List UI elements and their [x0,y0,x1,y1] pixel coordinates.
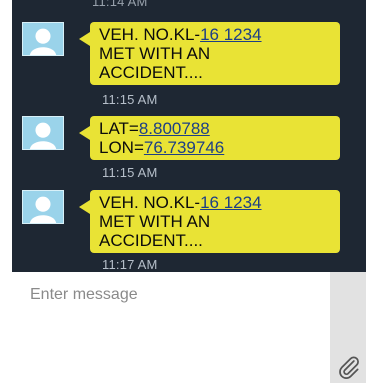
message-bubble[interactable]: VEH. NO.KL-16 1234 MET WITH AN ACCIDENT.… [79,22,340,85]
contact-avatar-icon [22,190,64,224]
message-text: LON= [99,138,144,157]
message-text: MET WITH AN [99,212,211,231]
message-timestamp: 11:15 AM [102,165,158,180]
contact-avatar-icon [22,116,64,150]
vehicle-number-link[interactable]: 16 1234 [200,193,261,212]
vehicle-number-link[interactable]: 16 1234 [200,25,261,44]
contact-avatar-icon [22,22,64,56]
longitude-link[interactable]: 76.739746 [144,138,224,157]
latitude-link[interactable]: 8.800788 [139,119,210,138]
message-row: VEH. NO.KL-16 1234 MET WITH AN ACCIDENT.… [22,22,354,107]
message-text: VEH. NO.KL- [99,25,201,44]
message-text: ACCIDENT.... [99,231,203,250]
conversation-thread[interactable]: 11:14 AM VEH. NO.KL-16 1234 MET WITH AN … [12,0,366,272]
message-timestamp: 11:17 AM [102,257,158,272]
messaging-screen: 11:14 AM VEH. NO.KL-16 1234 MET WITH AN … [12,0,366,383]
message-timestamp: 11:14 AM [92,0,148,9]
message-text: VEH. NO.KL- [99,193,201,212]
message-row: LAT=8.800788 LON=76.739746 11:15 AM [22,116,354,182]
message-text: ACCIDENT.... [99,63,203,82]
message-text: LAT= [99,119,139,138]
paperclip-icon [339,356,359,379]
attach-button[interactable] [330,272,366,383]
message-text: MET WITH AN [99,44,211,63]
message-timestamp: 11:15 AM [102,92,158,107]
message-bubble[interactable]: VEH. NO.KL-16 1234 MET WITH AN ACCIDENT.… [79,190,340,253]
message-row: VEH. NO.KL-16 1234 MET WITH AN ACCIDENT.… [22,190,354,272]
message-composer [12,272,366,383]
message-bubble[interactable]: LAT=8.800788 LON=76.739746 [79,116,340,160]
message-input[interactable] [12,272,330,383]
